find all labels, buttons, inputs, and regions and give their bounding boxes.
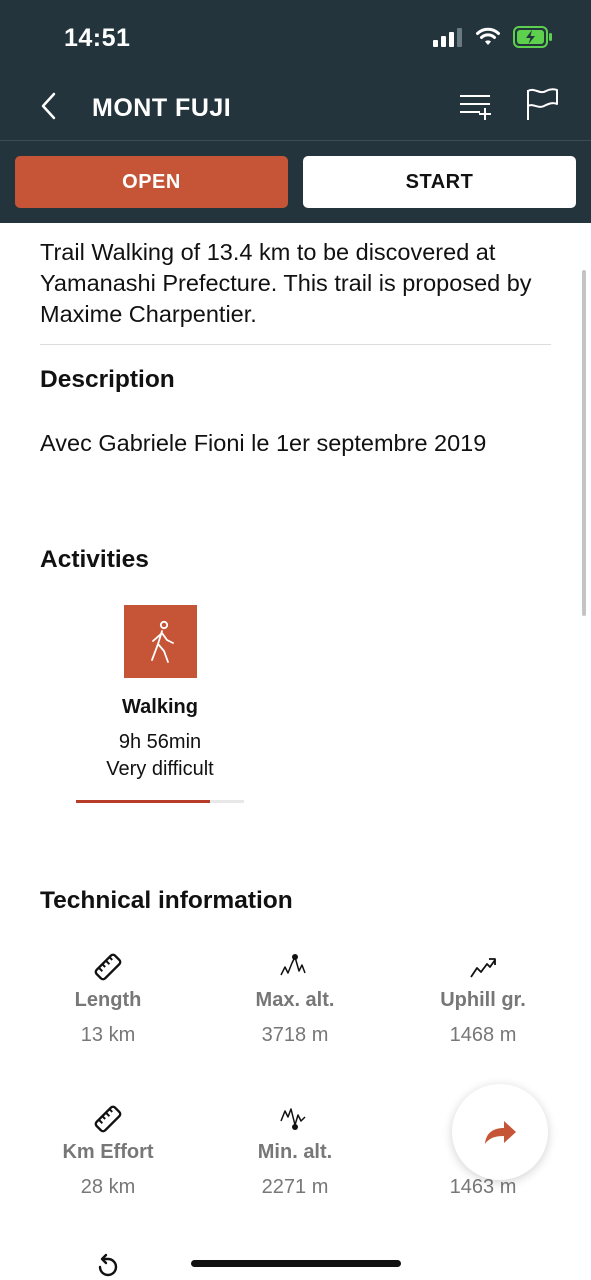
stat-label: Max. alt.: [255, 989, 335, 1011]
battery-icon: [513, 26, 552, 48]
stat-label: Km Effort: [62, 1141, 154, 1163]
trail-summary: Trail Walking of 13.4 km to be discovere…: [40, 239, 532, 327]
share-button[interactable]: [452, 1084, 548, 1180]
activities-heading: Activities: [40, 546, 149, 573]
ruler-icon: [94, 953, 122, 981]
description-text: Avec Gabriele Fioni le 1er septembre 201…: [40, 430, 487, 456]
status-time: 14:51: [64, 24, 131, 52]
stat-value: 1463 m: [449, 1176, 517, 1198]
wifi-icon: [476, 27, 500, 45]
stat-km-effort: Km Effort 28 km: [18, 1103, 198, 1199]
stat-value: 1468 m: [449, 1024, 517, 1046]
stat-length: Length 13 km: [18, 951, 198, 1047]
description-heading: Description: [40, 366, 175, 393]
activity-difficulty: Very difficult: [106, 758, 214, 780]
stat-label: Length: [74, 989, 142, 1011]
add-to-list-icon[interactable]: [458, 90, 494, 122]
stat-label: Uphill gr.: [440, 989, 526, 1011]
stat-min-altitude: Min. alt. 2271 m: [205, 1103, 385, 1199]
activity-duration: 9h 56min: [118, 731, 202, 753]
signal-icon: [433, 28, 462, 47]
app-header: 14:51 MONT FUJI OPEN START: [0, 0, 591, 223]
stat-uphill: Uphill gr. 1468 m: [393, 951, 573, 1047]
stat-label: Min. alt.: [257, 1141, 333, 1163]
difficulty-bar: [76, 800, 244, 803]
home-indicator: [191, 1260, 401, 1267]
activity-card-walking[interactable]: Walking 9h 56min Very difficult: [76, 605, 244, 805]
stat-value: 2271 m: [261, 1176, 329, 1198]
stat-value: 3718 m: [261, 1024, 329, 1046]
open-button[interactable]: OPEN: [15, 156, 288, 208]
walking-icon: [124, 605, 197, 678]
header-divider: [0, 140, 591, 141]
flag-icon[interactable]: [524, 86, 560, 122]
ruler-icon: [94, 1105, 122, 1133]
technical-info-heading: Technical information: [40, 887, 293, 914]
max-altitude-icon: [280, 954, 306, 976]
page-title: MONT FUJI: [92, 94, 232, 122]
back-chevron-icon[interactable]: [36, 88, 64, 124]
stat-value: 28 km: [80, 1176, 136, 1198]
share-arrow-icon: [485, 1121, 516, 1144]
min-altitude-icon: [280, 1108, 306, 1130]
divider: [40, 344, 551, 345]
uphill-icon: [470, 958, 496, 978]
activity-name: Walking: [122, 696, 198, 718]
stat-value: 13 km: [80, 1024, 136, 1046]
loop-icon: [98, 1253, 118, 1277]
stat-max-altitude: Max. alt. 3718 m: [205, 951, 385, 1047]
status-icons: [433, 26, 553, 48]
start-button[interactable]: START: [303, 156, 576, 208]
difficulty-bar-fill: [76, 800, 211, 803]
scrollbar[interactable]: [582, 270, 586, 616]
